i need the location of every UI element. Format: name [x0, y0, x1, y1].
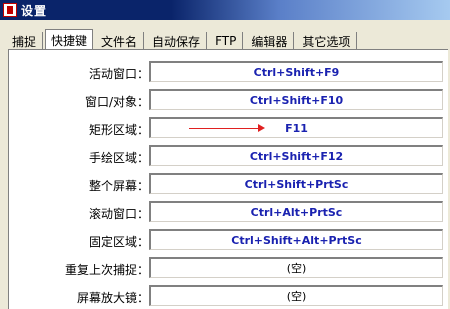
- shortcut-field-scrolling-window[interactable]: Ctrl+Alt+PrtSc: [149, 201, 443, 222]
- shortcut-field-freehand-region[interactable]: Ctrl+Shift+F12: [149, 145, 443, 166]
- window-title: 设置: [21, 3, 48, 18]
- app-icon: [3, 3, 17, 17]
- hotkeys-panel: 活动窗口： Ctrl+Shift+F9 窗口/对象： Ctrl+Shift+F1…: [8, 49, 448, 309]
- shortcut-row-screen-magnifier: 屏幕放大镜： (空): [9, 285, 449, 309]
- shortcut-row-active-window: 活动窗口： Ctrl+Shift+F9: [9, 61, 449, 85]
- shortcut-label: 整个屏幕：: [88, 179, 149, 193]
- shortcut-field-screen-magnifier[interactable]: (空): [149, 285, 443, 306]
- tab-autosave[interactable]: 自动保存: [146, 32, 208, 50]
- shortcut-row-full-screen: 整个屏幕： Ctrl+Shift+PrtSc: [9, 173, 449, 197]
- title-bar[interactable]: 设置: [0, 0, 450, 20]
- shortcut-label: 固定区域：: [88, 235, 149, 249]
- shortcut-field-rectangle-region[interactable]: F11: [149, 117, 443, 138]
- tab-editor[interactable]: 编辑器: [245, 32, 295, 50]
- shortcut-label: 屏幕放大镜：: [76, 291, 149, 305]
- tab-strip: 捕捉 快捷键 文件名 自动保存 FTP 编辑器 其它选项: [6, 28, 359, 51]
- shortcut-field-repeat-last-capture[interactable]: (空): [149, 257, 443, 278]
- red-arrow-icon: [189, 124, 265, 132]
- tab-other-options[interactable]: 其它选项: [296, 32, 358, 50]
- shortcut-row-scrolling-window: 滚动窗口： Ctrl+Alt+PrtSc: [9, 201, 449, 225]
- shortcut-row-freehand-region: 手绘区域： Ctrl+Shift+F12: [9, 145, 449, 169]
- shortcut-field-fixed-region[interactable]: Ctrl+Shift+Alt+PrtSc: [149, 229, 443, 250]
- shortcut-value: F11: [285, 121, 308, 135]
- tab-hotkeys[interactable]: 快捷键: [45, 29, 94, 51]
- shortcut-row-repeat-last-capture: 重复上次捕捉： (空): [9, 257, 449, 281]
- tab-filename[interactable]: 文件名: [95, 32, 145, 50]
- shortcut-label: 滚动窗口：: [88, 207, 149, 221]
- shortcut-label: 窗口/对象：: [84, 95, 149, 109]
- shortcut-row-rectangle-region: 矩形区域： F11: [9, 117, 449, 141]
- tab-ftp[interactable]: FTP: [209, 32, 244, 50]
- shortcut-label: 活动窗口：: [88, 67, 149, 81]
- shortcut-row-fixed-region: 固定区域： Ctrl+Shift+Alt+PrtSc: [9, 229, 449, 253]
- shortcut-field-active-window[interactable]: Ctrl+Shift+F9: [149, 61, 443, 82]
- shortcut-field-full-screen[interactable]: Ctrl+Shift+PrtSc: [149, 173, 443, 194]
- shortcut-label: 矩形区域：: [88, 123, 149, 137]
- shortcut-label: 重复上次捕捉：: [64, 263, 149, 277]
- shortcut-field-window-object[interactable]: Ctrl+Shift+F10: [149, 89, 443, 110]
- shortcut-label: 手绘区域：: [88, 151, 149, 165]
- shortcut-row-window-object: 窗口/对象： Ctrl+Shift+F10: [9, 89, 449, 113]
- tab-capture[interactable]: 捕捉: [6, 32, 44, 50]
